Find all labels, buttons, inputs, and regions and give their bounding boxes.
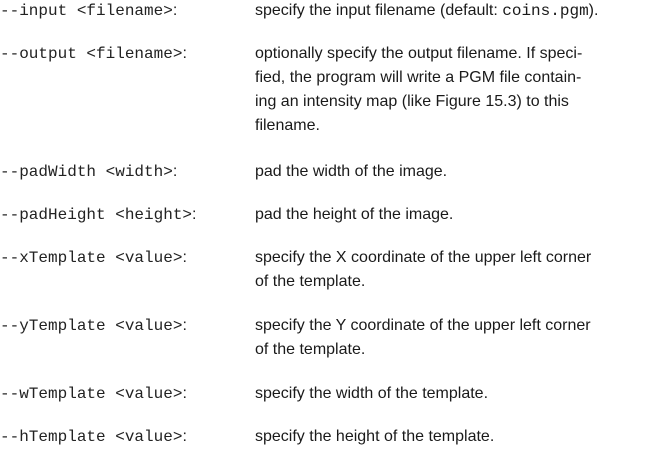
description-text: specify the input filename (default: bbox=[255, 2, 503, 19]
description-line: specify the Y coordinate of the upper le… bbox=[255, 317, 591, 334]
option-flag-colon: : bbox=[182, 317, 187, 334]
option-flag-text: --xTemplate <value> bbox=[0, 249, 183, 267]
description-text: ). bbox=[588, 2, 599, 19]
option-list: --input <filename>: specify the input fi… bbox=[0, 0, 661, 447]
option-flag-colon: : bbox=[182, 428, 187, 445]
description-line: filename. bbox=[255, 117, 320, 134]
option-flag: --input <filename>: bbox=[0, 0, 250, 23]
description-line: fied, the program will write a PGM file … bbox=[255, 69, 582, 86]
option-flag-colon: : bbox=[172, 163, 178, 180]
option-flag-text: --hTemplate <value> bbox=[0, 428, 183, 446]
option-flag: --output <filename>: bbox=[0, 42, 250, 66]
default-filename-code: coins.pgm bbox=[502, 2, 589, 20]
description-line: specify the input filename (default: coi… bbox=[255, 0, 661, 23]
description-line: pad the width of the image. bbox=[255, 163, 448, 180]
option-flag: --hTemplate <value>: bbox=[0, 425, 250, 449]
option-description: specify the height of the template. bbox=[255, 425, 661, 449]
description-line: specify the height of the template. bbox=[255, 428, 495, 445]
option-flag: --padHeight <height>: bbox=[0, 203, 250, 227]
description-line: specify the width of the template. bbox=[255, 385, 489, 402]
option-flag-colon: : bbox=[172, 2, 178, 19]
description-line: optionally specify the output filename. … bbox=[255, 45, 583, 62]
option-flag-text: --input <filename> bbox=[0, 2, 173, 20]
option-description: specify the Y coordinate of the upper le… bbox=[255, 314, 661, 362]
option-description: pad the height of the image. bbox=[255, 203, 661, 227]
option-flag-text: --output <filename> bbox=[0, 45, 183, 63]
option-flag-text: --yTemplate <value> bbox=[0, 317, 183, 335]
description-line: ing an intensity map (like Figure 15.3) … bbox=[255, 93, 569, 110]
description-line: of the template. bbox=[255, 273, 366, 290]
option-flag: --yTemplate <value>: bbox=[0, 314, 250, 338]
option-flag: --wTemplate <value>: bbox=[0, 382, 250, 406]
description-line: pad the height of the image. bbox=[255, 206, 454, 223]
option-description: pad the width of the image. bbox=[255, 160, 661, 184]
option-flag-text: --wTemplate <value> bbox=[0, 385, 183, 403]
option-description: specify the X coordinate of the upper le… bbox=[255, 246, 661, 294]
option-description: optionally specify the output filename. … bbox=[255, 42, 661, 138]
description-line: specify the X coordinate of the upper le… bbox=[255, 249, 592, 266]
option-flag: --padWidth <width>: bbox=[0, 160, 250, 184]
description-line: of the template. bbox=[255, 341, 366, 358]
option-flag-colon: : bbox=[182, 385, 187, 402]
option-description: specify the input filename (default: coi… bbox=[255, 0, 661, 23]
option-description: specify the width of the template. bbox=[255, 382, 661, 406]
option-flag: --xTemplate <value>: bbox=[0, 246, 250, 270]
option-flag-text: --padWidth <width> bbox=[0, 163, 173, 181]
option-flag-text: --padHeight <height> bbox=[0, 206, 193, 224]
option-flag-colon: : bbox=[182, 249, 187, 266]
option-flag-colon: : bbox=[192, 206, 197, 223]
option-flag-colon: : bbox=[182, 45, 187, 62]
